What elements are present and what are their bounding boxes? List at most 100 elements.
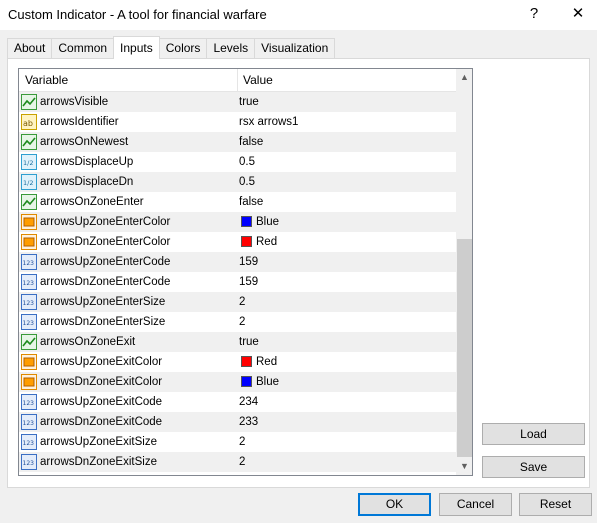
grid-row-arrowsDisplaceUp[interactable]: 1/2 arrowsDisplaceUp 0.5 <box>19 152 456 172</box>
grid-row-arrowsDnZoneExitColor[interactable]: arrowsDnZoneExitColor Blue <box>19 372 456 392</box>
variable-value[interactable]: Red <box>256 232 277 252</box>
variable-value[interactable]: 2 <box>239 452 245 472</box>
grid-row-arrowsUpZoneEnterColor[interactable]: arrowsUpZoneEnterColor Blue <box>19 212 456 232</box>
variable-name: arrowsUpZoneExitSize <box>40 436 157 448</box>
column-header-value[interactable]: Value <box>237 69 273 92</box>
window-title: Custom Indicator - A tool for financial … <box>8 7 267 22</box>
variable-name: arrowsDisplaceUp <box>40 156 134 168</box>
color-swatch <box>241 216 252 227</box>
grid-row-arrowsUpZoneExitCode[interactable]: 123 arrowsUpZoneExitCode 234 <box>19 392 456 412</box>
variable-value[interactable]: Blue <box>256 372 279 392</box>
tab-common[interactable]: Common <box>51 38 115 58</box>
variable-name: arrowsUpZoneEnterSize <box>40 296 166 308</box>
variable-name: arrowsVisible <box>40 96 109 108</box>
cancel-button[interactable]: Cancel <box>439 493 512 516</box>
variable-name: arrowsDisplaceDn <box>40 176 134 188</box>
variable-value[interactable]: 2 <box>239 292 245 312</box>
svg-text:123: 123 <box>23 420 35 427</box>
svg-text:123: 123 <box>23 400 35 407</box>
variable-value[interactable]: 0.5 <box>239 152 255 172</box>
bool-icon <box>21 194 37 210</box>
variable-value[interactable]: 0.5 <box>239 172 255 192</box>
grid-row-arrowsDnZoneExitSize[interactable]: 123 arrowsDnZoneExitSize 2 <box>19 452 456 472</box>
svg-text:123: 123 <box>23 440 35 447</box>
column-header-variable[interactable]: Variable <box>19 69 68 92</box>
save-button[interactable]: Save <box>482 456 585 478</box>
grid-row-arrowsOnNewest[interactable]: arrowsOnNewest false <box>19 132 456 152</box>
svg-text:123: 123 <box>23 280 35 287</box>
grid-row-arrowsVisible[interactable]: arrowsVisible true <box>19 92 456 112</box>
variable-value[interactable]: 159 <box>239 252 258 272</box>
load-button[interactable]: Load <box>482 423 585 445</box>
grid-row-arrowsDnZoneEnterCode[interactable]: 123 arrowsDnZoneEnterCode 159 <box>19 272 456 292</box>
variable-name: arrowsUpZoneExitCode <box>40 396 163 408</box>
variable-value[interactable]: false <box>239 192 263 212</box>
svg-text:1/2: 1/2 <box>23 159 33 167</box>
help-button[interactable]: ? <box>524 4 544 24</box>
svg-text:123: 123 <box>23 300 35 307</box>
color-icon <box>21 354 37 370</box>
grid-row-arrowsDisplaceDn[interactable]: 1/2 arrowsDisplaceDn 0.5 <box>19 172 456 192</box>
tab-about[interactable]: About <box>7 38 53 58</box>
variable-name: arrowsIdentifier <box>40 116 119 128</box>
variable-value[interactable]: Red <box>256 352 277 372</box>
inputs-grid[interactable]: Variable Value arrowsVisible true ab arrows… <box>18 68 473 476</box>
int-icon: 123 <box>21 294 37 310</box>
variable-value[interactable]: true <box>239 332 259 352</box>
variable-value[interactable]: false <box>239 132 263 152</box>
tab-visualization[interactable]: Visualization <box>254 38 336 58</box>
grid-row-arrowsDnZoneEnterSize[interactable]: 123 arrowsDnZoneEnterSize 2 <box>19 312 456 332</box>
grid-row-arrowsOnZoneEnter[interactable]: arrowsOnZoneEnter false <box>19 192 456 212</box>
int-icon: 123 <box>21 314 37 330</box>
int-icon: 123 <box>21 434 37 450</box>
int-icon: 123 <box>21 254 37 270</box>
color-swatch <box>241 376 252 387</box>
scroll-up-icon[interactable]: ▲ <box>456 69 472 86</box>
color-swatch <box>241 236 252 247</box>
close-button[interactable]: ✕ <box>568 4 588 24</box>
double-icon: 1/2 <box>21 174 37 190</box>
variable-value[interactable]: 2 <box>239 432 245 452</box>
grid-row-arrowsUpZoneExitSize[interactable]: 123 arrowsUpZoneExitSize 2 <box>19 432 456 452</box>
variable-name: arrowsDnZoneEnterSize <box>40 316 166 328</box>
bool-icon <box>21 94 37 110</box>
variable-name: arrowsOnZoneEnter <box>40 196 144 208</box>
variable-name: arrowsOnZoneExit <box>40 336 136 348</box>
color-icon <box>21 234 37 250</box>
tab-levels[interactable]: Levels <box>206 38 256 58</box>
grid-row-arrowsDnZoneExitCode[interactable]: 123 arrowsDnZoneExitCode 233 <box>19 412 456 432</box>
reset-button[interactable]: Reset <box>519 493 592 516</box>
tab-colors[interactable]: Colors <box>158 38 208 58</box>
variable-name: arrowsDnZoneExitCode <box>40 416 163 428</box>
variable-name: arrowsDnZoneExitColor <box>40 376 163 388</box>
grid-row-arrowsUpZoneEnterSize[interactable]: 123 arrowsUpZoneEnterSize 2 <box>19 292 456 312</box>
double-icon: 1/2 <box>21 154 37 170</box>
vertical-scrollbar[interactable]: ▲ ▼ <box>456 69 472 475</box>
variable-value[interactable]: 159 <box>239 272 258 292</box>
grid-row-arrowsOnZoneExit[interactable]: arrowsOnZoneExit true <box>19 332 456 352</box>
ok-button[interactable]: OK <box>358 493 431 516</box>
svg-text:123: 123 <box>23 260 35 267</box>
scroll-thumb[interactable] <box>457 239 472 457</box>
variable-name: arrowsUpZoneEnterColor <box>40 216 171 228</box>
svg-text:123: 123 <box>23 320 35 327</box>
variable-name: arrowsUpZoneEnterCode <box>40 256 171 268</box>
grid-row-arrowsIdentifier[interactable]: ab arrowsIdentifier rsx arrows1 <box>19 112 456 132</box>
bool-icon <box>21 334 37 350</box>
scroll-down-icon[interactable]: ▼ <box>456 458 472 475</box>
grid-row-arrowsDnZoneEnterColor[interactable]: arrowsDnZoneEnterColor Red <box>19 232 456 252</box>
color-icon <box>21 374 37 390</box>
color-swatch <box>241 356 252 367</box>
variable-value[interactable]: Blue <box>256 212 279 232</box>
tab-inputs[interactable]: Inputs <box>113 36 160 59</box>
variable-value[interactable]: 234 <box>239 392 258 412</box>
svg-text:123: 123 <box>23 460 35 467</box>
variable-value[interactable]: rsx arrows1 <box>239 112 298 132</box>
int-icon: 123 <box>21 414 37 430</box>
variable-value[interactable]: 2 <box>239 312 245 332</box>
tab-strip: About Common Inputs Colors Levels Visual… <box>7 36 336 59</box>
grid-row-arrowsUpZoneEnterCode[interactable]: 123 arrowsUpZoneEnterCode 159 <box>19 252 456 272</box>
variable-value[interactable]: 233 <box>239 412 258 432</box>
variable-value[interactable]: true <box>239 92 259 112</box>
grid-row-arrowsUpZoneExitColor[interactable]: arrowsUpZoneExitColor Red <box>19 352 456 372</box>
